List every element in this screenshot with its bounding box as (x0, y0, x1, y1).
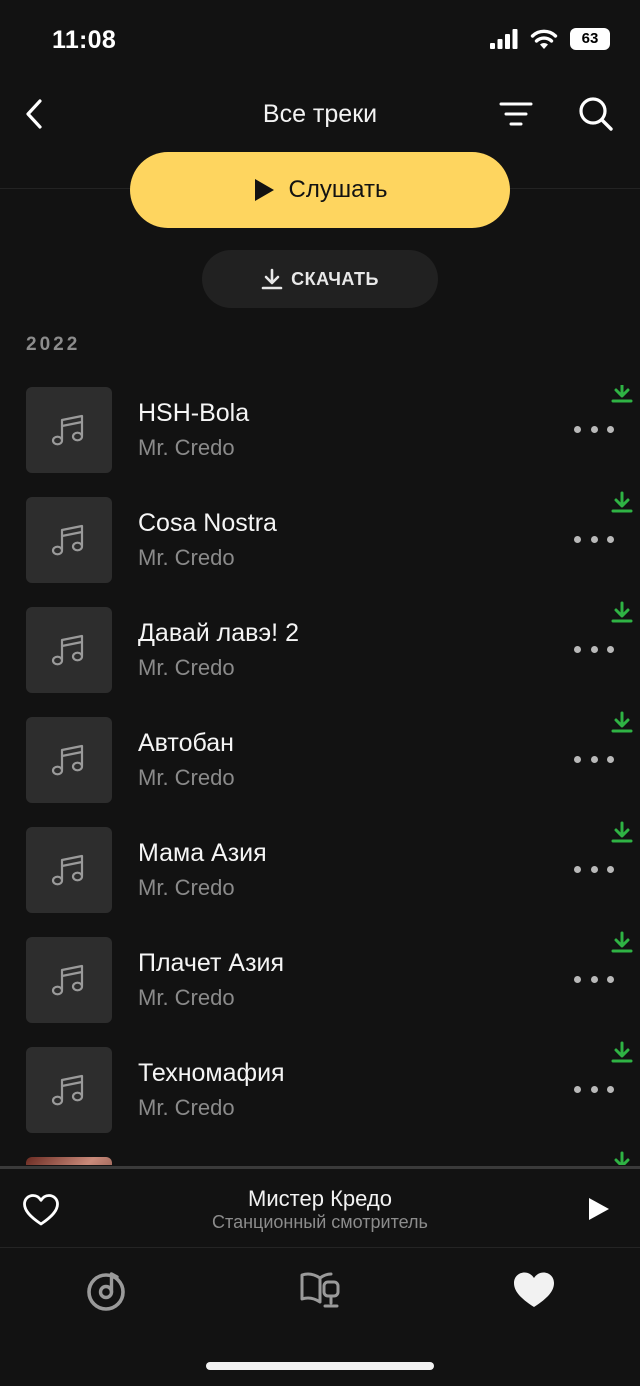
track-item[interactable]: Давай лавэ! 2 Mr. Credo (0, 601, 640, 715)
mini-player[interactable]: Мистер Кредо Станционный смотритель (0, 1169, 640, 1247)
heart-filled-icon (514, 1272, 554, 1307)
download-all-button[interactable]: СКАЧАТЬ (202, 250, 438, 308)
podcast-icon (300, 1272, 340, 1308)
download-icon (261, 268, 283, 290)
track-artist: Mr. Credo (138, 435, 235, 460)
status-icons: 63 (490, 28, 610, 50)
filter-icon (499, 102, 533, 126)
track-cover (26, 827, 112, 913)
music-note-icon (51, 1074, 84, 1106)
tab-radio[interactable] (82, 1266, 130, 1314)
play-icon[interactable] (584, 1195, 612, 1223)
track-item[interactable]: Автобан Mr. Credo (0, 711, 640, 825)
music-note-icon (51, 854, 84, 886)
music-note-icon (51, 744, 84, 776)
downloaded-icon (611, 601, 633, 623)
play-icon (254, 179, 274, 201)
track-item[interactable]: Cosa Nostra Mr. Credo (0, 491, 640, 605)
downloaded-icon (611, 1041, 633, 1063)
downloaded-icon (611, 931, 633, 953)
track-item[interactable]: Техномафия Mr. Credo (0, 1041, 640, 1155)
more-button[interactable] (574, 859, 614, 879)
track-title: Давай лавэ! 2 (138, 619, 299, 647)
track-title: HSH-Bola (138, 399, 250, 427)
downloaded-icon (614, 1151, 630, 1165)
more-button[interactable] (574, 529, 614, 549)
battery-indicator: 63 (570, 28, 610, 50)
track-cover-photo (26, 1157, 112, 1165)
track-artist: Mr. Credo (138, 875, 235, 900)
screen: 11:08 63 Все треки Слушать СКАЧАТЬ 2022 … (0, 0, 640, 1386)
track-title: Автобан (138, 729, 234, 757)
more-button[interactable] (574, 639, 614, 659)
track-cover (26, 497, 112, 583)
downloaded-icon (611, 711, 633, 733)
track-artist: Mr. Credo (138, 655, 235, 680)
more-button[interactable] (574, 1079, 614, 1099)
track-title: Плачет Азия (138, 949, 285, 977)
radio-icon (87, 1272, 125, 1311)
home-indicator (206, 1362, 434, 1370)
music-note-icon (51, 634, 84, 666)
track-artist: Mr. Credo (138, 765, 235, 790)
now-playing-subtitle: Станционный смотритель (212, 1212, 428, 1232)
year-section-label: 2022 (26, 334, 81, 355)
track-cover (26, 607, 112, 693)
track-cover (26, 937, 112, 1023)
music-note-icon (51, 414, 84, 446)
tab-podcasts-books[interactable] (296, 1266, 344, 1314)
more-button[interactable] (574, 969, 614, 989)
play-all-button[interactable]: Слушать (130, 152, 510, 228)
track-artist: Mr. Credo (138, 985, 235, 1010)
track-artist: Mr. Credo (138, 545, 235, 570)
track-item[interactable]: Мама Азия Mr. Credo (0, 821, 640, 935)
search-button[interactable] (574, 92, 618, 136)
track-cover (26, 1047, 112, 1133)
track-item[interactable]: HSH-Bola Mr. Credo (0, 385, 640, 495)
tab-bar (0, 1248, 640, 1348)
signal-icon (490, 29, 518, 49)
tab-collection[interactable] (510, 1266, 558, 1314)
search-icon (579, 97, 613, 131)
track-cover (26, 717, 112, 803)
track-list: HSH-Bola Mr. Credo Cosa Nostra Mr. Credo… (0, 385, 640, 1165)
download-all-label: СКАЧАТЬ (291, 268, 379, 289)
sort-filter-button[interactable] (496, 98, 536, 130)
status-time: 11:08 (52, 26, 117, 54)
track-title: Техномафия (138, 1059, 285, 1087)
more-button[interactable] (574, 749, 614, 769)
track-artist: Mr. Credo (138, 1095, 235, 1120)
downloaded-icon (611, 385, 633, 403)
page-title: Все треки (262, 100, 378, 128)
music-note-icon (51, 964, 84, 996)
track-item-partial[interactable] (0, 1151, 640, 1165)
track-item[interactable]: Плачет Азия Mr. Credo (0, 931, 640, 1045)
wifi-icon (530, 29, 558, 49)
downloaded-icon (611, 491, 633, 513)
downloaded-icon (611, 821, 633, 843)
track-cover (26, 387, 112, 473)
play-all-label: Слушать (288, 176, 388, 203)
track-title: Мама Азия (138, 839, 267, 867)
track-title: Cosa Nostra (138, 509, 277, 537)
more-button[interactable] (574, 419, 614, 439)
now-playing-title: Мистер Кредо (248, 1186, 392, 1211)
music-note-icon (51, 524, 84, 556)
